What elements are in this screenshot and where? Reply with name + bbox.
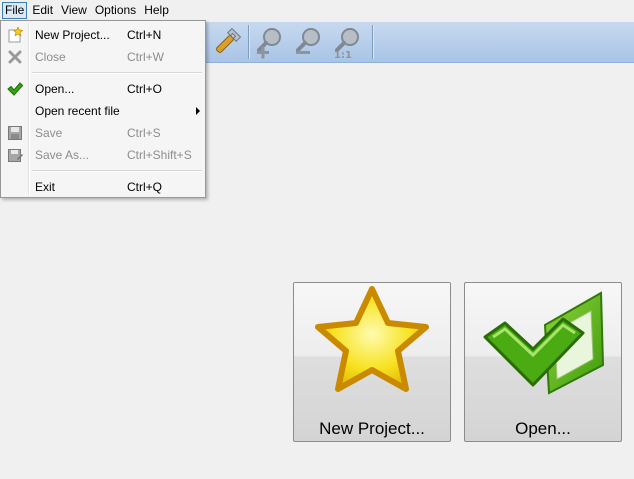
zoom-actual-size-icon: 1:1 — [334, 28, 359, 61]
settings-button[interactable] — [210, 25, 244, 59]
zoom-in-icon — [257, 28, 281, 59]
menu-item-shortcut: Ctrl+Shift+S — [127, 148, 192, 162]
zoom-actual-size-button[interactable]: 1:1 — [331, 25, 365, 61]
menu-item-shortcut: Ctrl+O — [127, 82, 163, 96]
menu-item-label: New Project... — [35, 28, 110, 42]
menu-item-label: Close — [35, 50, 66, 64]
green-check-folder-icon — [483, 291, 605, 395]
new-star-icon — [8, 27, 23, 43]
menu-separator — [32, 170, 202, 172]
menu-item-shortcut: Ctrl+S — [127, 126, 161, 140]
floppy-disk-icon — [8, 126, 22, 140]
new-project-big-button[interactable]: New Project... — [293, 282, 451, 442]
menu-item-shortcut: Ctrl+Q — [127, 180, 163, 194]
wrench-icon — [216, 27, 242, 53]
menu-item-save[interactable]: Save Ctrl+S — [3, 123, 203, 143]
close-x-icon — [8, 50, 22, 64]
toolbar-separator — [372, 25, 374, 59]
toolbar-separator — [248, 25, 250, 59]
menu-edit[interactable]: Edit — [29, 2, 56, 19]
menu-options[interactable]: Options — [92, 2, 139, 19]
star-icon — [315, 286, 429, 392]
menu-item-open-recent[interactable]: Open recent file — [3, 101, 203, 121]
menubar: File Edit View Options Help — [0, 0, 634, 21]
menu-view[interactable]: View — [58, 2, 90, 19]
menu-item-label: Exit — [35, 180, 56, 194]
new-project-button-label: New Project... — [319, 419, 425, 438]
submenu-arrow-icon — [196, 107, 200, 115]
menu-item-label: Open recent file — [35, 104, 120, 118]
zoom-in-button[interactable] — [253, 25, 287, 59]
menu-help[interactable]: Help — [141, 2, 172, 19]
floppy-disk-edit-icon — [8, 149, 23, 162]
green-check-icon — [7, 82, 23, 96]
zoom-out-button[interactable] — [292, 25, 326, 59]
menu-item-exit[interactable]: Exit Ctrl+Q — [3, 177, 203, 197]
menu-item-label: Open... — [35, 82, 75, 96]
menu-file[interactable]: File — [2, 2, 28, 19]
open-big-button[interactable]: Open... — [464, 282, 622, 442]
menu-item-shortcut: Ctrl+N — [127, 28, 162, 42]
menu-item-shortcut: Ctrl+W — [127, 50, 164, 64]
menu-item-new-project[interactable]: New Project... Ctrl+N — [3, 25, 203, 45]
menu-item-label: Save As... — [35, 148, 90, 162]
file-menu-dropdown: New Project... Ctrl+N Close Ctrl+W Open.… — [0, 20, 206, 198]
menu-item-save-as[interactable]: Save As... Ctrl+Shift+S — [3, 145, 203, 165]
zoom-out-icon — [296, 28, 320, 54]
svg-text:1:1: 1:1 — [334, 50, 352, 59]
menu-separator — [32, 72, 202, 74]
menu-item-close[interactable]: Close Ctrl+W — [3, 47, 203, 67]
menu-item-label: Save — [35, 126, 63, 140]
menu-item-open[interactable]: Open... Ctrl+O — [3, 79, 203, 99]
open-button-label: Open... — [515, 419, 571, 438]
